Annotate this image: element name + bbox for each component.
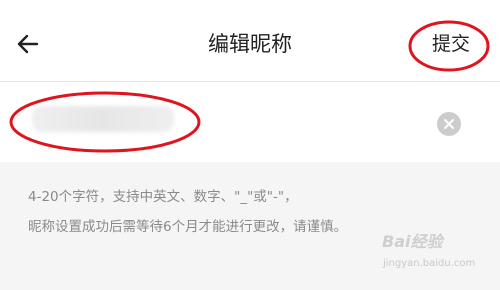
top-bar: 编辑昵称 提交	[0, 0, 500, 82]
watermark-logo: Bai经验	[382, 232, 443, 251]
clear-button[interactable]	[437, 112, 461, 136]
watermark-url: jingyan.baidu.com	[383, 258, 476, 269]
nickname-input-row	[0, 82, 500, 162]
hint-warning-text: 昵称设置成功后需等待6个月才能进行更改，请谨慎。	[28, 219, 348, 235]
hint-rule-text: 4-20个字符，支持中英文、数字、"_"或"-"，	[28, 189, 298, 205]
watermark: Bai经验 jingyan.baidu.com	[382, 231, 492, 285]
nickname-input[interactable]	[22, 103, 402, 141]
clear-circle-icon	[444, 119, 454, 129]
submit-button[interactable]: 提交	[432, 31, 470, 57]
page-title: 编辑昵称	[208, 32, 292, 56]
